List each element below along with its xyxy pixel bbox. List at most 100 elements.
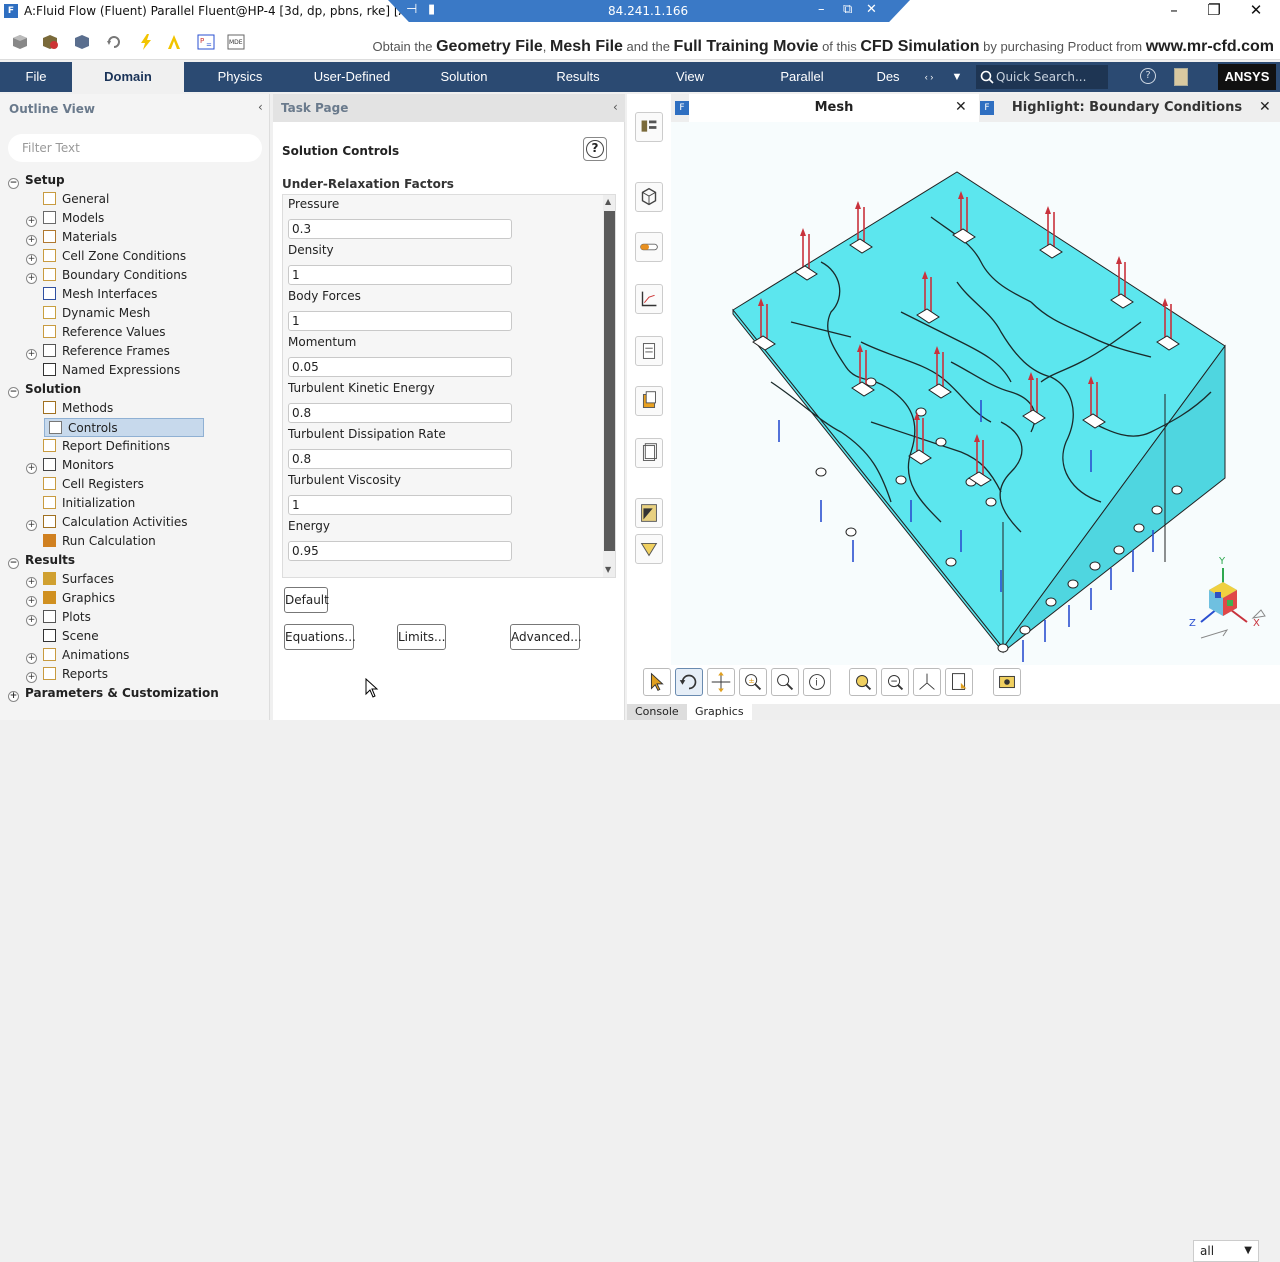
expand-icon[interactable]: +: [26, 596, 37, 607]
expand-icon[interactable]: +: [26, 520, 37, 531]
outline-item-calculation-activities[interactable]: + Calculation Activities: [8, 513, 268, 532]
tab-graphics-bottom[interactable]: Graphics: [687, 704, 752, 720]
rd-minimize-icon[interactable]: –: [818, 2, 825, 17]
tab-results[interactable]: Results: [520, 62, 636, 92]
factor-input-pressure[interactable]: 0.3: [288, 219, 512, 239]
mesh-display-icon[interactable]: [635, 182, 663, 212]
collapse-icon[interactable]: −: [8, 387, 19, 398]
limits-button[interactable]: Limits...: [397, 624, 446, 650]
outline-item-solution[interactable]: − Solution: [8, 380, 268, 399]
expand-icon[interactable]: +: [26, 349, 37, 360]
close-highlight-tab-icon[interactable]: ✕: [1259, 99, 1271, 115]
mde-icon[interactable]: MDE: [226, 32, 246, 52]
tab-design[interactable]: Des: [860, 62, 916, 92]
ribbon-menu-chevron-icon[interactable]: ▼: [946, 62, 968, 92]
expand-icon[interactable]: +: [26, 216, 37, 227]
pin-icon[interactable]: ⊣: [406, 2, 417, 17]
outline-item-results[interactable]: − Results: [8, 551, 268, 570]
collapse-icon[interactable]: −: [8, 558, 19, 569]
outline-item-methods[interactable]: Methods: [8, 399, 268, 418]
tab-domain[interactable]: Domain: [72, 62, 184, 92]
xy-plot-icon[interactable]: [635, 284, 663, 314]
factor-input-turbulent-kinetic-energy[interactable]: 0.8: [288, 403, 512, 423]
expand-icon[interactable]: +: [8, 691, 19, 702]
zoom-out-icon[interactable]: [881, 668, 909, 696]
factor-input-body-forces[interactable]: 1: [288, 311, 512, 331]
advanced-button[interactable]: Advanced...: [510, 624, 582, 650]
close-icon[interactable]: ✕: [1236, 1, 1276, 19]
factor-input-turbulent-viscosity[interactable]: 1: [288, 495, 512, 515]
save-icon[interactable]: [72, 32, 92, 52]
outline-item-general[interactable]: General: [8, 190, 268, 209]
view-layout-icon[interactable]: [635, 112, 663, 142]
expand-icon[interactable]: +: [26, 273, 37, 284]
factor-input-momentum[interactable]: 0.05: [288, 357, 512, 377]
ansys-icon[interactable]: [164, 32, 184, 52]
help-icon[interactable]: ?: [1140, 68, 1156, 84]
outline-item-report-definitions[interactable]: Report Definitions: [8, 437, 268, 456]
copy-icon[interactable]: [635, 386, 663, 416]
reload-icon[interactable]: [104, 32, 124, 52]
outline-item-setup[interactable]: − Setup: [8, 171, 268, 190]
pan-icon[interactable]: [707, 668, 735, 696]
tab-file[interactable]: File: [0, 62, 72, 92]
tab-console[interactable]: Console: [627, 704, 687, 720]
outline-item-scene[interactable]: Scene: [8, 627, 268, 646]
outline-item-named-expressions[interactable]: Named Expressions: [8, 361, 268, 380]
tab-physics[interactable]: Physics: [184, 62, 296, 92]
axes-view-icon[interactable]: [913, 668, 941, 696]
factor-input-density[interactable]: 1: [288, 265, 512, 285]
tab-highlight-boundary-conditions[interactable]: Highlight: Boundary Conditions: [997, 94, 1257, 122]
outline-item-reports[interactable]: + Reports: [8, 665, 268, 684]
zoom-in-out-icon[interactable]: ±: [739, 668, 767, 696]
collapse-icon[interactable]: −: [8, 178, 19, 189]
tab-user-defined[interactable]: User-Defined: [296, 62, 408, 92]
outline-item-reference-values[interactable]: Reference Values: [8, 323, 268, 342]
close-mesh-tab-icon[interactable]: ✕: [955, 99, 967, 115]
outline-item-initialization[interactable]: Initialization: [8, 494, 268, 513]
rd-close-icon[interactable]: ✕: [866, 2, 877, 17]
ribbon-scroll-icon[interactable]: ‹ ›: [918, 62, 940, 92]
annotation-icon[interactable]: [635, 498, 663, 528]
probe-icon[interactable]: i: [803, 668, 831, 696]
equations-button[interactable]: Equations...: [284, 624, 356, 650]
expand-icon[interactable]: +: [26, 653, 37, 664]
contour-icon[interactable]: [635, 232, 663, 262]
pointer-icon[interactable]: [643, 668, 671, 696]
outline-item-surfaces[interactable]: + Surfaces: [8, 570, 268, 589]
display-options-icon[interactable]: [993, 668, 1021, 696]
scrollbar-thumb[interactable]: [604, 211, 615, 551]
page-icon[interactable]: [635, 438, 663, 468]
factor-input-energy[interactable]: 0.95: [288, 541, 512, 561]
outline-item-cell-zone-conditions[interactable]: + Cell Zone Conditions: [8, 247, 268, 266]
fit-icon[interactable]: [849, 668, 877, 696]
outline-item-graphics[interactable]: + Graphics: [8, 589, 268, 608]
outline-item-run-calculation[interactable]: Run Calculation: [8, 532, 268, 551]
camera-icon[interactable]: [635, 534, 663, 564]
factor-input-turbulent-dissipation-rate[interactable]: 0.8: [288, 449, 512, 469]
collapse-task-icon[interactable]: ‹: [613, 100, 618, 114]
expand-icon[interactable]: +: [26, 615, 37, 626]
tab-view[interactable]: View: [636, 62, 744, 92]
outline-item-monitors[interactable]: + Monitors: [8, 456, 268, 475]
outline-item-models[interactable]: + Models: [8, 209, 268, 228]
expand-icon[interactable]: +: [26, 463, 37, 474]
outline-item-mesh-interfaces[interactable]: Mesh Interfaces: [8, 285, 268, 304]
help-button[interactable]: ?: [583, 137, 607, 161]
tab-solution[interactable]: Solution: [408, 62, 520, 92]
graphics-viewport[interactable]: Y Z X: [671, 122, 1280, 665]
outline-item-controls[interactable]: Controls: [44, 418, 204, 437]
expand-icon[interactable]: +: [26, 254, 37, 265]
default-button[interactable]: Default: [284, 587, 329, 613]
filter-input[interactable]: Filter Text: [8, 134, 262, 162]
outline-item-cell-registers[interactable]: Cell Registers: [8, 475, 268, 494]
save-picture-icon[interactable]: [945, 668, 973, 696]
collapse-panel-icon[interactable]: ‹: [258, 100, 263, 114]
rotate-icon[interactable]: [675, 668, 703, 696]
tab-mesh[interactable]: Mesh: [689, 94, 979, 122]
surface-selector[interactable]: all ▼: [1193, 1240, 1259, 1262]
maximize-icon[interactable]: ❐: [1194, 1, 1234, 19]
outline-item-plots[interactable]: + Plots: [8, 608, 268, 627]
lightning-icon[interactable]: [136, 32, 156, 52]
parameters-icon[interactable]: P =: [196, 32, 216, 52]
